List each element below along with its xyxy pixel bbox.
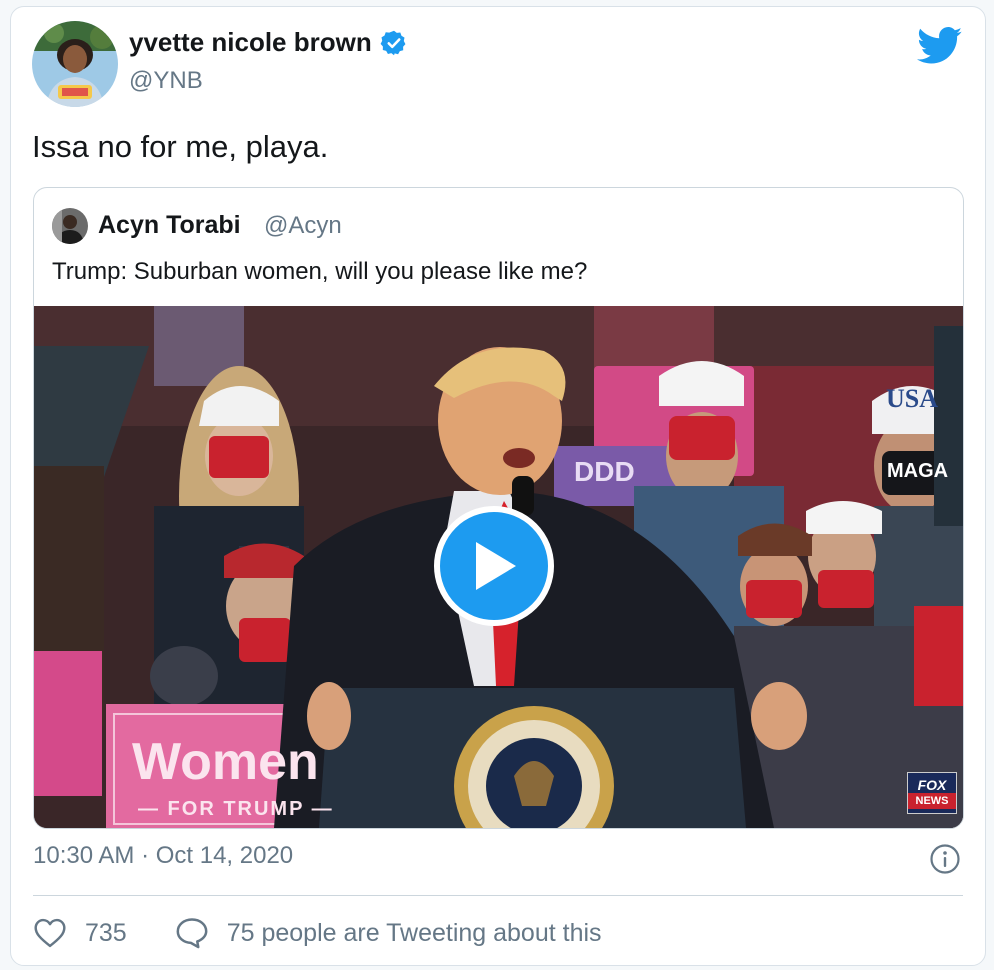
like-button[interactable]: 735 (33, 918, 127, 948)
video-player[interactable]: Women — FOR TRUMP — USA MAGA DDD FOX NEW… (34, 306, 963, 828)
author-name[interactable]: yvette nicole brown (129, 27, 372, 58)
sign-ddd-text: DDD (574, 456, 635, 487)
play-button[interactable] (434, 506, 554, 626)
mask-maga-text: MAGA (887, 460, 949, 482)
twitter-bird-icon[interactable] (917, 27, 963, 65)
author-handle[interactable]: @YNB (129, 67, 203, 95)
divider (33, 895, 963, 896)
sign-for-trump-text: — FOR TRUMP — (138, 798, 334, 820)
quoted-author-handle[interactable]: @Acyn (264, 212, 342, 240)
fox-text: FOX (917, 777, 947, 793)
tweet-timestamp[interactable]: 10:30 AM · Oct 14, 2020 (33, 842, 293, 870)
heart-icon (34, 918, 66, 948)
news-text: NEWS (908, 793, 956, 809)
sign-women-text: Women (132, 733, 319, 791)
play-icon (476, 542, 516, 590)
conversation-button[interactable]: 75 people are Tweeting about this (175, 917, 602, 949)
like-count: 735 (85, 918, 127, 947)
tweet-actions: 735 75 people are Tweeting about this (33, 911, 602, 955)
info-icon[interactable] (929, 843, 961, 875)
verified-badge-icon (380, 29, 408, 57)
author-avatar[interactable] (32, 21, 118, 107)
quoted-author-name[interactable]: Acyn Torabi (98, 211, 241, 240)
tweet-card[interactable]: yvette nicole brown @YNB Issa no for me,… (10, 6, 986, 966)
fox-news-watermark: FOX NEWS (907, 772, 957, 814)
quoted-author-avatar[interactable] (52, 208, 88, 244)
reply-bubble-icon (176, 918, 208, 949)
hat-usa-text: USA (886, 384, 939, 413)
conversation-text: 75 people are Tweeting about this (226, 918, 602, 947)
tweet-text: Issa no for me, playa. (32, 129, 329, 164)
quoted-tweet[interactable]: Acyn Torabi @Acyn Trump: Suburban women,… (33, 187, 964, 829)
author-name-row[interactable]: yvette nicole brown (129, 27, 408, 58)
quoted-tweet-text: Trump: Suburban women, will you please l… (52, 258, 588, 285)
